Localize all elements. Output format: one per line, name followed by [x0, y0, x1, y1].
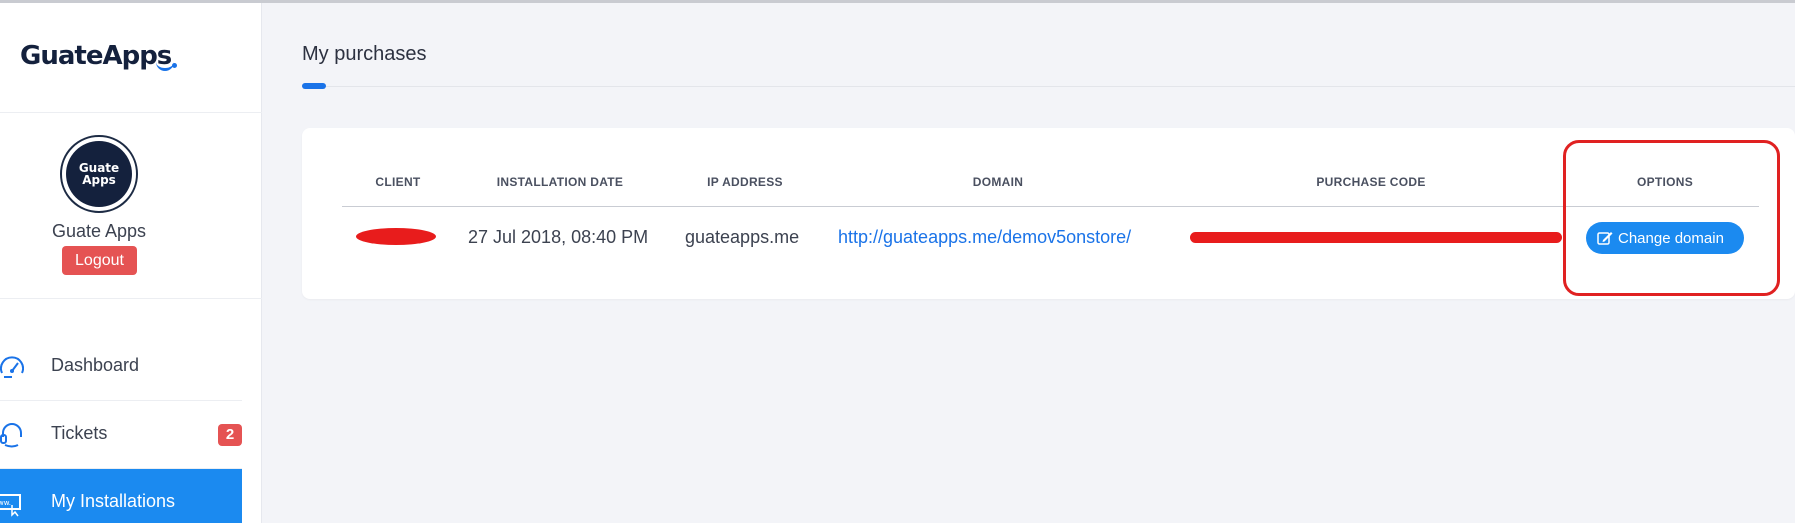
title-divider — [302, 86, 1795, 87]
profile-name: Guate Apps — [51, 221, 147, 241]
column-header-purchase-code: PURCHASE CODE — [1316, 175, 1426, 189]
logo-dot-mark — [172, 63, 177, 68]
installation-date-cell: 27 Jul 2018, 08:40 PM — [468, 227, 649, 247]
web-installation-icon: ww. — [0, 494, 21, 517]
sidebar-item-label: My Installations — [51, 491, 176, 511]
logo-area: GuateApps — [0, 3, 262, 113]
sidebar: GuateApps Guate Apps Guate Apps Logout D… — [0, 3, 262, 523]
column-header-ip-address: IP ADDRESS — [707, 175, 783, 189]
client-redaction-mark — [356, 228, 436, 245]
table-header-divider — [342, 206, 1759, 207]
speedometer-icon — [0, 356, 24, 378]
sidebar-item-tickets[interactable]: Tickets 2 — [0, 401, 242, 469]
column-header-installation-date: INSTALLATION DATE — [496, 175, 624, 189]
svg-text:ww.: ww. — [0, 499, 11, 507]
sidebar-item-label: Dashboard — [51, 355, 140, 375]
title-accent-bar — [302, 83, 326, 89]
avatar-logo: Guate Apps — [66, 141, 132, 207]
annotation-highlight-box — [1563, 140, 1780, 296]
purchase-code-redaction-mark — [1190, 232, 1562, 243]
domain-link[interactable]: http://guateapps.me/demov5onstore/ — [838, 227, 1131, 248]
logout-button[interactable]: Logout — [62, 246, 137, 275]
user-profile: Guate Apps Guate Apps Logout — [0, 113, 262, 299]
headset-icon — [0, 423, 22, 448]
window-top-border — [0, 0, 1795, 3]
avatar-text-line2: Apps — [82, 173, 116, 187]
sidebar-item-dashboard[interactable]: Dashboard — [0, 333, 242, 401]
tickets-count-badge: 2 — [218, 424, 242, 446]
ip-address-cell: guateapps.me — [685, 227, 800, 247]
page-title: My purchases — [302, 43, 427, 65]
avatar: Guate Apps — [60, 135, 138, 213]
column-header-client: CLIENT — [375, 175, 421, 189]
sidebar-item-my-installations[interactable]: ww. My Installations — [0, 469, 242, 523]
sidebar-item-label: Tickets — [51, 423, 108, 443]
column-header-domain: DOMAIN — [972, 175, 1024, 189]
brand-logo[interactable]: GuateApps — [20, 41, 172, 71]
